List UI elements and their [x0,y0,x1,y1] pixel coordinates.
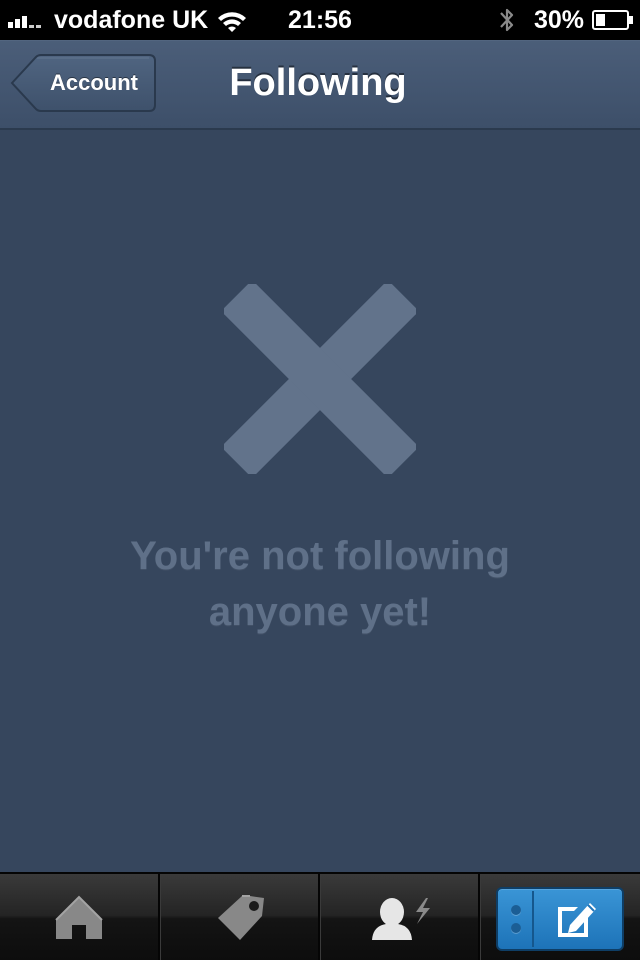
x-icon [224,284,416,474]
page-title: Following [229,62,407,104]
bluetooth-icon [500,8,514,32]
tab-home[interactable] [0,874,160,960]
battery-icon [592,10,633,30]
compose-button[interactable] [496,887,624,951]
status-bar: vodafone UK 21:56 30% [0,0,640,40]
battery-level-fill [596,14,605,26]
menu-dot-icon [511,923,521,933]
tab-bar [0,872,640,960]
empty-state-line-2: anyone yet! [208,590,432,634]
back-button[interactable]: Account [10,54,156,112]
menu-dot-icon [511,905,521,915]
empty-state-line-1: You're not following [130,534,510,578]
tab-tags[interactable] [160,874,320,960]
tag-icon [218,895,264,940]
empty-state-message: You're not following anyone yet! [60,528,580,640]
compose-icon [558,903,596,937]
home-icon [55,895,103,939]
back-button-label: Account [50,70,138,95]
battery-percentage: 30% [533,6,584,34]
tab-activity[interactable] [320,874,480,960]
user-activity-icon [372,898,430,940]
navigation-bar: Account Following [0,40,640,130]
